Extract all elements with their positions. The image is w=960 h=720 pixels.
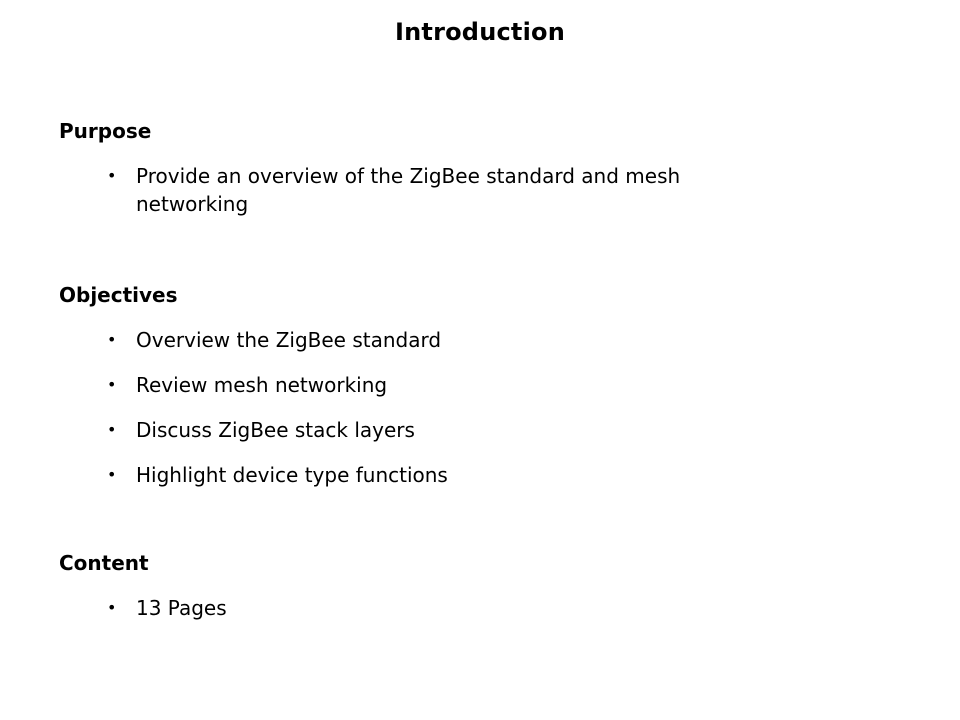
list-item-text: Provide an overview of the ZigBee standa… [136, 164, 681, 216]
list-item: • Overview the ZigBee standard [59, 326, 836, 354]
objectives-list: • Overview the ZigBee standard • Review … [59, 326, 859, 489]
list-item-text: 13 Pages [136, 596, 227, 620]
section-heading-content: Content [59, 551, 149, 575]
list-item-text: Highlight device type functions [136, 463, 448, 487]
purpose-list: • Provide an overview of the ZigBee stan… [59, 162, 859, 218]
section-heading-objectives: Objectives [59, 283, 178, 307]
section-purpose: Purpose • Provide an overview of the Zig… [59, 117, 859, 218]
bullet-icon: • [107, 465, 117, 484]
list-item: • Review mesh networking [59, 371, 836, 399]
list-item-text: Overview the ZigBee standard [136, 328, 442, 352]
bullet-icon: • [107, 598, 117, 617]
bullet-icon: • [107, 375, 117, 394]
slide-title: Introduction [395, 18, 565, 46]
bullet-icon: • [107, 330, 117, 349]
list-item-text: Discuss ZigBee stack layers [136, 418, 415, 442]
list-item: • Highlight device type functions [59, 461, 836, 489]
list-item: • Provide an overview of the ZigBee stan… [59, 162, 796, 218]
content-list: • 13 Pages [59, 594, 859, 622]
list-item: • 13 Pages [59, 594, 836, 622]
section-heading-purpose: Purpose [59, 119, 152, 143]
list-item: • Discuss ZigBee stack layers [59, 416, 836, 444]
section-content: Content • 13 Pages [59, 549, 859, 622]
list-item-text: Review mesh networking [136, 373, 388, 397]
bullet-icon: • [107, 166, 117, 185]
bullet-icon: • [107, 420, 117, 439]
section-objectives: Objectives • Overview the ZigBee standar… [59, 281, 859, 489]
